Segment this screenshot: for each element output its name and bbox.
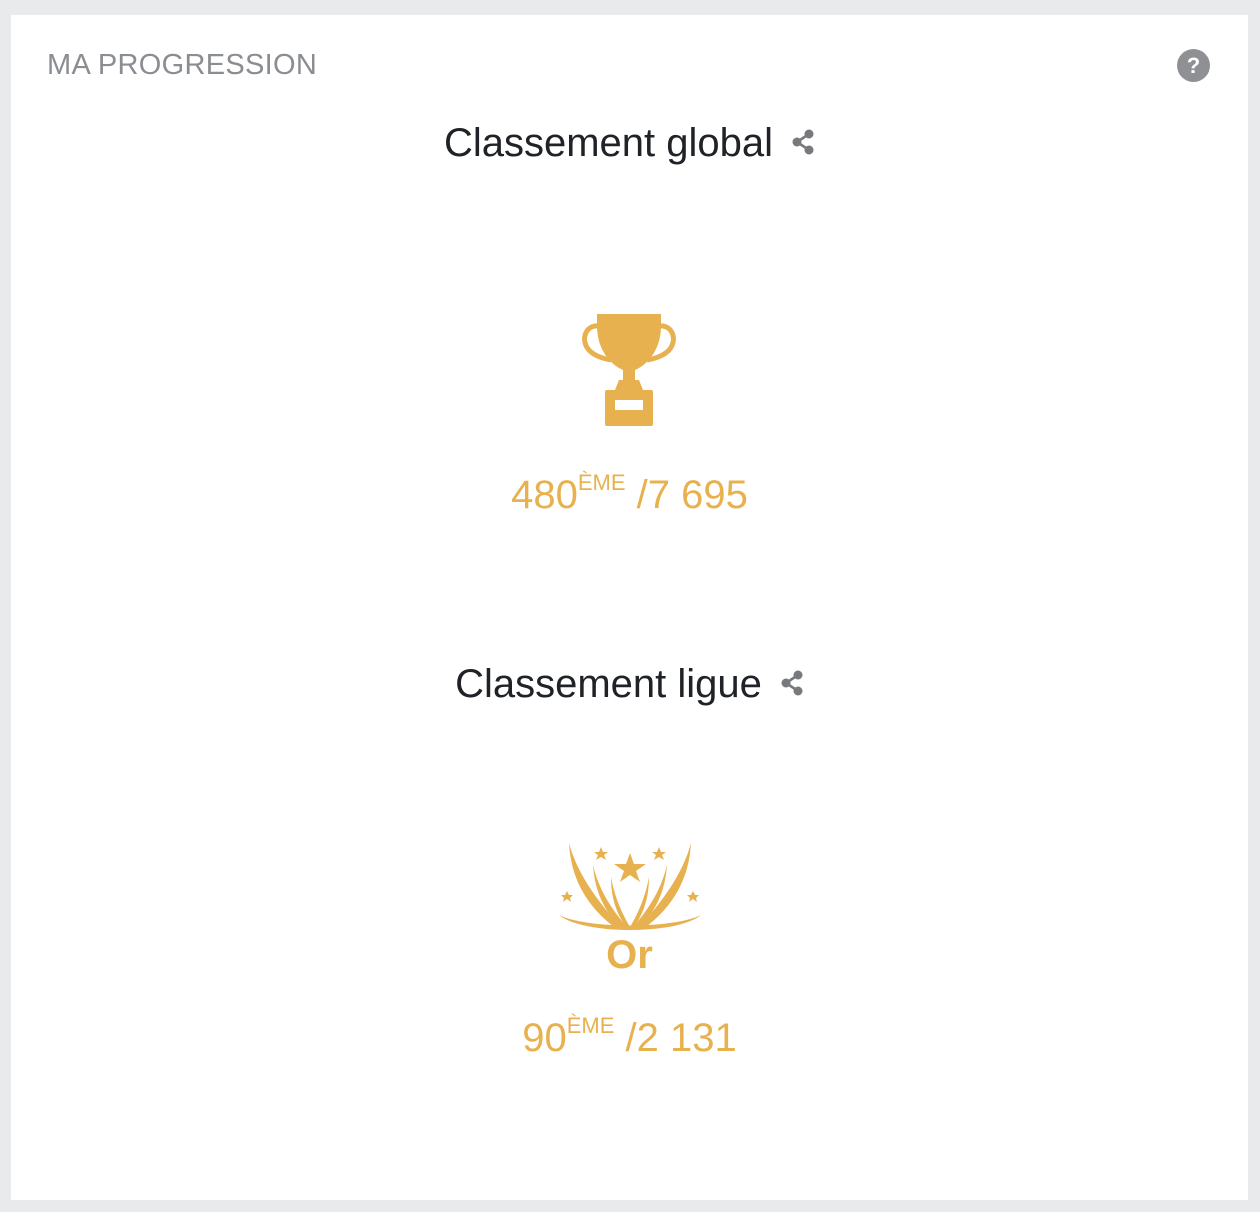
league-ranking-title: Classement ligue <box>455 662 762 706</box>
help-icon[interactable]: ? <box>1177 49 1210 82</box>
global-rank-number: 480 <box>511 473 578 517</box>
league-ranking-heading: Classement ligue <box>11 662 1248 707</box>
global-ranking-title: Classement global <box>443 121 774 165</box>
league-name: Or <box>606 933 653 977</box>
gold-league-badge-icon <box>557 837 703 933</box>
trophy-icon <box>581 312 677 428</box>
global-ranking-heading: Classement global <box>11 121 1248 166</box>
global-rank-value: 480ÈME /7 695 <box>11 470 1248 518</box>
league-rank-value: 90ÈME /2 131 <box>11 1013 1248 1061</box>
league-rank-total: /2 131 <box>625 1016 737 1060</box>
league-rank-number: 90 <box>522 1016 567 1060</box>
global-rank-total: /7 695 <box>636 473 748 517</box>
share-icon[interactable] <box>780 661 804 706</box>
global-rank-suffix: ÈME <box>577 470 626 495</box>
league-rank-suffix: ÈME <box>566 1013 615 1038</box>
card-title: MA PROGRESSION <box>47 49 318 81</box>
progression-card: MA PROGRESSION ? Classement global 480ÈM… <box>11 15 1248 1200</box>
share-icon[interactable] <box>791 120 815 165</box>
